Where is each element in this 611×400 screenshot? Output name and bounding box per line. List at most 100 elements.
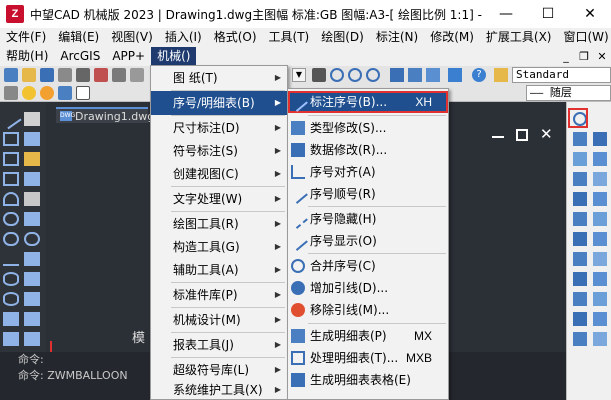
line-icon[interactable] <box>0 108 22 130</box>
copy-icon[interactable] <box>112 68 126 82</box>
hole-tool-icon[interactable] <box>573 272 587 286</box>
cut-icon[interactable] <box>94 68 108 82</box>
menu1-item-drawing-sheet[interactable]: 图 纸(T) ▶ <box>151 66 287 90</box>
menu-edit[interactable]: 编辑(E) <box>52 28 105 47</box>
close-button[interactable]: ✕ <box>569 0 611 28</box>
detail-tool-icon[interactable] <box>573 332 587 346</box>
zoom-previous-icon[interactable] <box>366 68 380 82</box>
canvas-restore-icon[interactable] <box>516 129 528 141</box>
leader-tool-icon[interactable] <box>573 252 587 266</box>
menu2-item-bom-table[interactable]: 生成明细表表格(E) <box>288 369 448 391</box>
menu2-item-process-bom[interactable]: 处理明细表(T)... MXB <box>288 347 448 369</box>
arc-icon[interactable] <box>3 192 19 206</box>
hatch-tool-icon[interactable] <box>593 292 607 306</box>
menu2-item-renumber[interactable]: 序号顺号(R) <box>288 183 448 205</box>
menu1-item-construct-tools[interactable]: 构造工具(G) ▶ <box>151 235 287 259</box>
menu1-item-mech-design[interactable]: 机械设计(M) ▶ <box>151 308 287 332</box>
mdi-close-button[interactable]: ✕ <box>593 50 611 63</box>
mdi-restore-button[interactable]: ❐ <box>575 50 593 63</box>
centerline-tool-icon[interactable] <box>573 292 587 306</box>
break-view-tool-icon[interactable] <box>593 312 607 326</box>
surface-tool-icon[interactable] <box>593 152 607 166</box>
menu1-item-report-tools[interactable]: 报表工具(J) ▶ <box>151 333 287 357</box>
extend-icon[interactable] <box>24 312 40 326</box>
bom-tool-icon[interactable] <box>573 132 587 146</box>
light-bulb-icon[interactable] <box>22 86 36 100</box>
polygon-icon[interactable] <box>3 152 19 166</box>
offset-icon[interactable] <box>24 172 40 186</box>
menu2-item-data-edit[interactable]: 数据修改(R)... <box>288 139 448 161</box>
polyline-icon[interactable] <box>3 132 19 146</box>
datum-tool-icon[interactable] <box>593 172 607 186</box>
saveas-icon[interactable] <box>58 68 72 82</box>
menu-insert[interactable]: 插入(I) <box>159 28 208 47</box>
rectangle-icon[interactable] <box>3 172 19 186</box>
spline-icon[interactable] <box>3 252 19 266</box>
note-tool-icon[interactable] <box>593 212 607 226</box>
menu-file[interactable]: 文件(F) <box>0 28 52 47</box>
minimize-button[interactable]: — <box>485 0 527 28</box>
menu1-item-sys-maintenance[interactable]: 系统维护工具(X) ▶ <box>151 379 287 400</box>
menu1-item-text[interactable]: 文字处理(W) ▶ <box>151 187 287 211</box>
pan-icon[interactable] <box>312 68 326 82</box>
menu-view[interactable]: 视图(V) <box>105 28 159 47</box>
dimension-tool-icon[interactable] <box>593 132 607 146</box>
menu-dimension[interactable]: 标注(N) <box>370 28 424 47</box>
menu-modify[interactable]: 修改(M) <box>424 28 480 47</box>
menu2-item-remove-leader[interactable]: 移除引线(M)... <box>288 299 448 321</box>
scale-icon[interactable] <box>24 252 40 266</box>
menu2-item-merge[interactable]: 合并序号(C) <box>288 255 448 277</box>
text-tool-icon[interactable] <box>573 212 587 226</box>
eraser-icon[interactable] <box>24 112 40 126</box>
weld-tool-icon[interactable] <box>573 192 587 206</box>
view-tool-icon[interactable] <box>593 232 607 246</box>
menu-express[interactable]: 扩展工具(X) <box>480 28 558 47</box>
menu2-item-add-leader[interactable]: 增加引线(D)... <box>288 277 448 299</box>
lock-icon[interactable] <box>58 86 72 100</box>
properties-icon[interactable] <box>390 68 404 82</box>
array-icon[interactable] <box>24 192 40 206</box>
print-icon[interactable] <box>76 68 90 82</box>
menu1-item-balloon-bom[interactable]: 序号/明细表(B) ▶ <box>151 91 287 115</box>
menu-help[interactable]: 帮助(H) <box>0 47 54 66</box>
menu1-item-standard-parts[interactable]: 标准件库(P) ▶ <box>151 283 287 307</box>
menu2-item-hide[interactable]: 序号隐藏(H) <box>288 208 448 230</box>
move-icon[interactable] <box>24 212 40 226</box>
insert-block-icon[interactable] <box>3 312 19 326</box>
stretch-icon[interactable] <box>24 272 40 286</box>
section-tool-icon[interactable] <box>573 232 587 246</box>
model-tab[interactable]: 模 <box>132 327 145 346</box>
symbol-tool-icon[interactable] <box>573 312 587 326</box>
menu-mechanical[interactable]: 机械() <box>151 47 197 66</box>
menu1-item-symbol[interactable]: 符号标注(S) ▶ <box>151 139 287 163</box>
arrow-tool-icon[interactable] <box>593 332 607 346</box>
menu-arcgis[interactable]: ArcGIS <box>54 47 106 66</box>
menu-window[interactable]: 窗口(W) <box>558 28 611 47</box>
circle-icon[interactable] <box>3 212 19 226</box>
ellipse-icon[interactable] <box>3 272 19 286</box>
menu1-item-dimension[interactable]: 尺寸标注(D) ▶ <box>151 116 287 140</box>
color-swatch-icon[interactable] <box>76 86 90 100</box>
menu2-item-align[interactable]: 序号对齐(A) <box>288 161 448 183</box>
menu1-item-draw-tools[interactable]: 绘图工具(R) ▶ <box>151 212 287 236</box>
menu1-item-aux-tools[interactable]: 辅助工具(A) ▶ <box>151 258 287 282</box>
menu2-item-balloon[interactable]: 标注序号(B)... XH <box>288 91 448 113</box>
zoom-window-icon[interactable] <box>348 68 362 82</box>
sun-icon[interactable] <box>40 86 54 100</box>
menu-app-plus[interactable]: APP+ <box>106 47 151 66</box>
layer-manager-icon[interactable] <box>4 86 18 100</box>
chamfer-tool-icon[interactable] <box>593 252 607 266</box>
zoom-realtime-icon[interactable] <box>330 68 344 82</box>
menu2-item-type-edit[interactable]: 类型修改(S)... <box>288 117 448 139</box>
canvas-close-icon[interactable]: ✕ <box>540 125 553 143</box>
thread-tool-icon[interactable] <box>593 272 607 286</box>
menu-format[interactable]: 格式(O) <box>208 28 263 47</box>
menu2-item-show[interactable]: 序号显示(O) <box>288 230 448 252</box>
layer-combo[interactable]: —— 随层 <box>526 85 611 101</box>
tool-palette-icon[interactable] <box>426 68 440 82</box>
chevron-down-icon[interactable]: ▼ <box>292 68 306 82</box>
break-icon[interactable] <box>24 332 40 346</box>
text-style-combo[interactable]: Standard <box>512 67 611 83</box>
maximize-button[interactable]: ☐ <box>527 0 569 28</box>
table-tool-icon[interactable] <box>573 152 587 166</box>
